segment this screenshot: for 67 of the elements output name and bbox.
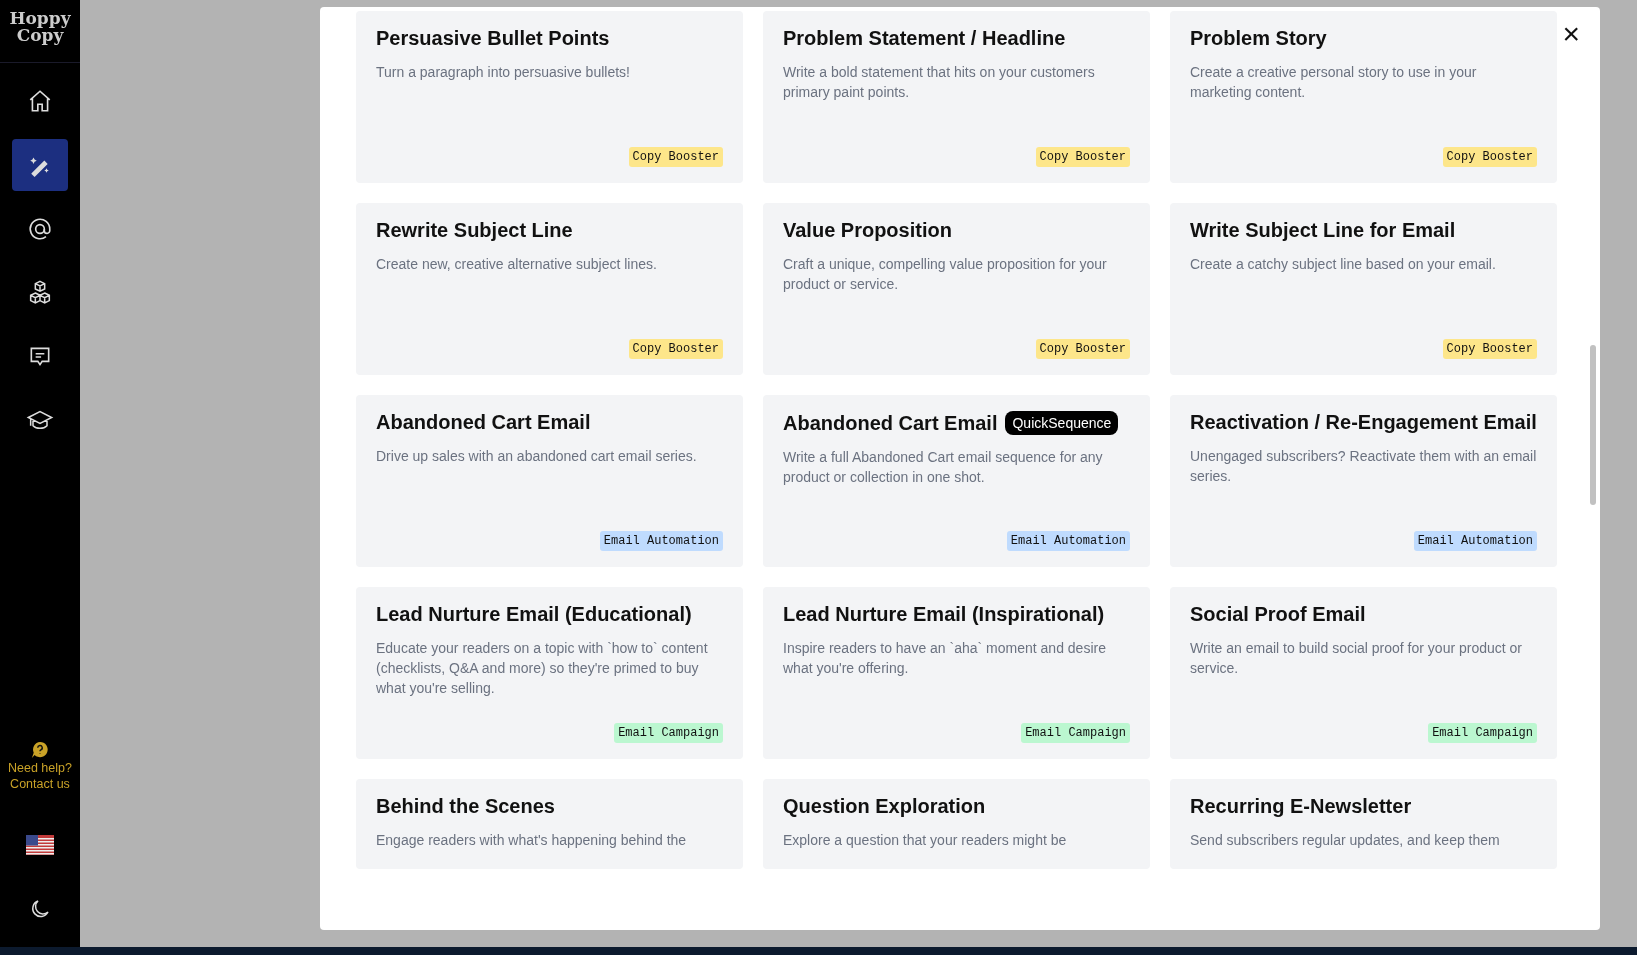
template-card[interactable]: Social Proof Email Write an email to build social proof for your product or service. Email Campaign (1170, 587, 1557, 759)
card-title: Abandoned Cart Email (376, 411, 591, 434)
template-card[interactable]: Lead Nurture Email (Educational) Educate your readers on a topic with `how to` content (checklists, Q&A and more) so they're primed to buy what you're selling. Email Campaign (356, 587, 743, 759)
card-title: Lead Nurture Email (Educational) (376, 603, 692, 626)
card-description: Inspire readers to have an `aha` moment and desire what you're offering. (783, 639, 1107, 678)
template-card[interactable]: Recurring E-Newsletter Send subscribers regular updates, and keep them (1170, 779, 1557, 869)
template-card[interactable]: Question Exploration Explore a question that your readers might be (763, 779, 1150, 869)
template-card[interactable]: Value Proposition Craft a unique, compelling value proposition for your product or service. Copy Booster (763, 203, 1150, 375)
template-card[interactable]: Abandoned Cart Email Drive up sales with an abandoned cart email series. Email Automation (356, 395, 743, 567)
card-title: Behind the Scenes (376, 795, 555, 818)
card-description: Educate your readers on a topic with `how to` content (checklists, Q&A and more) so they're primed to buy what you're selling. (376, 639, 709, 698)
at-sign-icon (27, 216, 53, 242)
nav-item[interactable] (12, 139, 68, 191)
category-tag: Email Campaign (1428, 723, 1537, 743)
card-title: Abandoned Cart Email (783, 411, 998, 435)
close-button[interactable]: × (1558, 19, 1584, 49)
card-description: Drive up sales with an abandoned cart email series. (376, 447, 698, 466)
template-card[interactable]: Lead Nurture Email (Inspirational) Inspire readers to have an `aha` moment and desire what you're offering. Email Campaign (763, 587, 1150, 759)
template-card[interactable]: Write Subject Line for Email Create a catchy subject line based on your email. Copy Booster (1170, 203, 1557, 375)
card-title: Problem Statement / Headline (783, 27, 1066, 50)
badge: QuickSequence (1005, 411, 1119, 435)
card-description: Send subscribers regular updates, and keep them (1190, 831, 1501, 850)
template-card[interactable]: Rewrite Subject Line Create new, creative alternative subject lines. Copy Booster (356, 203, 743, 375)
card-description: Create a creative personal story to use in your marketing content. (1190, 63, 1478, 102)
template-card[interactable]: Problem Story Create a creative personal story to use in your marketing content. Copy Booster (1170, 11, 1557, 183)
template-card[interactable]: Problem Statement / Headline Write a bold statement that hits on your customers primary paint points. Copy Booster (763, 11, 1150, 183)
card-description: Create a catchy subject line based on your email. (1190, 255, 1497, 274)
card-title: Value Proposition (783, 219, 952, 242)
card-description: Write a bold statement that hits on your customers primary paint points. (783, 63, 1096, 102)
help-icon[interactable] (31, 741, 49, 759)
card-title: Persuasive Bullet Points (376, 27, 610, 50)
help-link[interactable]: Contact us (10, 777, 70, 791)
card-description: Create new, creative alternative subject lines. (376, 255, 658, 274)
template-card[interactable]: Persuasive Bullet Points Turn a paragraph into persuasive bullets! Copy Booster (356, 11, 743, 183)
card-title: Recurring E-Newsletter (1190, 795, 1412, 818)
card-title: Question Exploration (783, 795, 986, 818)
card-title: Reactivation / Re-Engagement Email (1190, 411, 1537, 434)
category-tag: Copy Booster (1442, 147, 1537, 167)
card-title: Rewrite Subject Line (376, 219, 573, 242)
help-link[interactable]: Need help? (8, 761, 72, 775)
template-card[interactable]: Behind the Scenes Engage readers with what's happening behind the (356, 779, 743, 869)
scrollbar[interactable] (1590, 345, 1596, 505)
category-tag: Copy Booster (1035, 339, 1130, 359)
category-tag: Copy Booster (628, 339, 723, 359)
category-tag: Email Campaign (614, 723, 723, 743)
home-icon (27, 88, 53, 114)
card-description: Write a full Abandoned Cart email sequence for any product or collection in one shot. (783, 448, 1104, 487)
card-description: Engage readers with what's happening behind the (376, 831, 688, 850)
card-title: Problem Story (1190, 27, 1327, 50)
category-tag: Copy Booster (628, 147, 723, 167)
template-card[interactable]: Reactivation / Re-Engagement Email Unengaged subscribers? Reactivate them with an email series. Email Automation (1170, 395, 1557, 567)
category-tag: Email Automation (599, 531, 723, 551)
card-description: Explore a question that your readers might be (783, 831, 1068, 850)
card-title: Write Subject Line for Email (1190, 219, 1456, 242)
category-tag: Email Automation (1413, 531, 1537, 551)
card-title: Social Proof Email (1190, 603, 1366, 626)
category-tag: Copy Booster (1035, 147, 1130, 167)
card-description: Unengaged subscribers? Reactivate them with an email series. (1190, 447, 1537, 486)
category-tag: Email Automation (1006, 531, 1130, 551)
us-flag-icon[interactable] (26, 835, 54, 855)
card-title: Lead Nurture Email (Inspirational) (783, 603, 1105, 626)
category-tag: Copy Booster (1442, 339, 1537, 359)
category-tag: Email Campaign (1021, 723, 1130, 743)
card-description: Craft a unique, compelling value proposition for your product or service. (783, 255, 1108, 294)
card-description: Turn a paragraph into persuasive bullets! (376, 63, 631, 82)
template-card[interactable]: Abandoned Cart Email QuickSequence Write a full Abandoned Cart email sequence for any product or collection in one shot. Email Automation (763, 395, 1150, 567)
card-description: Write an email to build social proof for your product or service. (1190, 639, 1523, 678)
